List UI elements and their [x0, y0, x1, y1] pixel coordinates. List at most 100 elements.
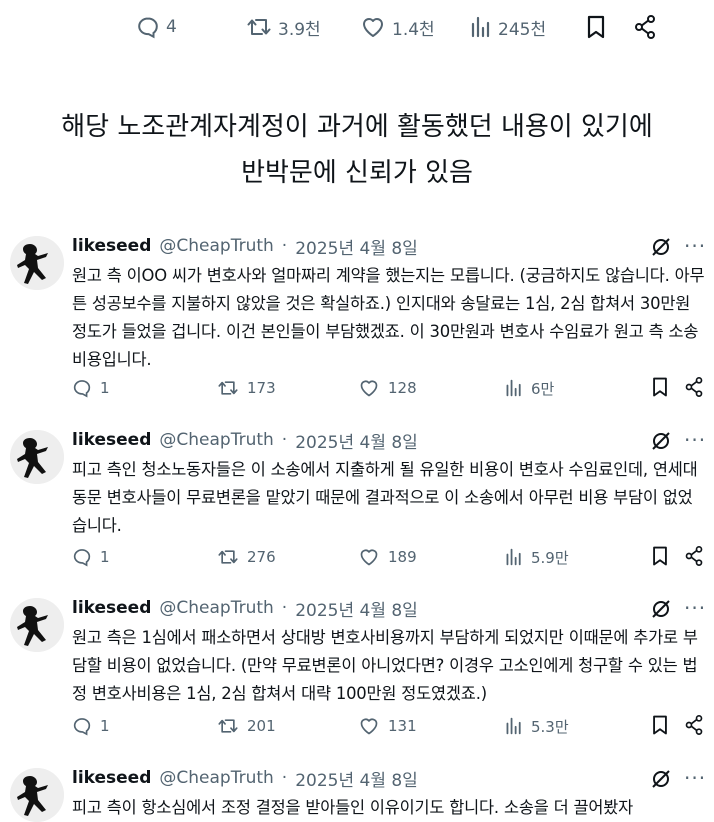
tweet-text: 피고 측이 항소심에서 조정 결정을 받아들인 이유이기도 합니다. 소송을 더… [72, 798, 634, 817]
tweet-actions: 1 173 128 6만 [0, 376, 714, 400]
headline-line-2: 반박문에 신뢰가 있음 [241, 158, 473, 188]
like-button[interactable]: 189 [358, 545, 417, 569]
avatar-figure-icon [10, 236, 64, 290]
avatar-figure-icon [10, 430, 64, 484]
tweet-text: 피고 측인 청소노동자들은 이 소송에서 지출하게 될 유일한 비용이 변호사 … [72, 460, 698, 535]
bookmark-icon[interactable] [650, 376, 670, 398]
separator-dot: · [281, 768, 288, 788]
tweet-header: likeseed @CheapTruth · 2025년 4월 8일 [72, 234, 418, 259]
headline: 해당 노조관계자계정이 과거에 활동했던 내용이 있기에 반박문에 신뢰가 있음 [10, 104, 704, 196]
reply-button[interactable]: 4 [136, 12, 177, 42]
retweet-count: 201 [247, 717, 276, 735]
handle[interactable]: @CheapTruth [159, 598, 273, 618]
avatar[interactable] [10, 768, 64, 822]
headline-line-1: 해당 노조관계자계정이 과거에 활동했던 내용이 있기에 [61, 112, 653, 142]
grok-icon[interactable] [650, 768, 672, 790]
tweet-header: likeseed @CheapTruth · 2025년 4월 8일 [72, 596, 418, 621]
more-options-icon[interactable]: ··· [684, 428, 706, 452]
separator-dot: · [281, 598, 288, 618]
views-icon [506, 717, 521, 735]
retweet-count: 3.9천 [278, 19, 321, 40]
bookmark-button[interactable] [585, 12, 607, 42]
like-count: 189 [388, 548, 417, 566]
retweet-icon [218, 550, 238, 564]
heart-icon [360, 718, 378, 735]
handle[interactable]: @CheapTruth [159, 430, 273, 450]
retweet-button[interactable]: 276 [217, 545, 276, 569]
tweet-actions: 1 276 189 5.9만 [0, 545, 714, 569]
reply-icon [138, 17, 158, 39]
views-count: 6만 [531, 379, 555, 398]
views-button[interactable]: 245천 [470, 12, 546, 42]
heart-icon [360, 549, 378, 566]
views-icon [506, 379, 521, 397]
share-icon[interactable] [684, 545, 704, 567]
tweet-date[interactable]: 2025년 4월 8일 [295, 596, 418, 621]
views-count: 5.9만 [531, 548, 569, 567]
views-count: 5.3만 [531, 717, 569, 736]
display-name[interactable]: likeseed [72, 598, 151, 618]
retweet-icon [218, 381, 238, 395]
like-button[interactable]: 1.4천 [360, 12, 435, 42]
share-icon[interactable] [684, 376, 704, 398]
heart-icon [363, 18, 383, 37]
share-icon[interactable] [684, 714, 704, 736]
display-name[interactable]: likeseed [72, 430, 151, 450]
reply-icon [73, 380, 91, 398]
share-button[interactable] [633, 12, 657, 42]
tweet-header: likeseed @CheapTruth · 2025년 4월 8일 [72, 766, 418, 791]
tweet-text: 원고 측 이OO 씨가 변호사와 얼마짜리 계약을 했는지는 모릅니다. (궁금… [72, 266, 705, 369]
bookmark-icon[interactable] [650, 714, 670, 736]
avatar-figure-icon [10, 768, 64, 822]
tweet-date[interactable]: 2025년 4월 8일 [295, 234, 418, 259]
views-button[interactable]: 5.9만 [505, 545, 569, 569]
reply-button[interactable]: 1 [72, 545, 110, 569]
avatar[interactable] [10, 430, 64, 484]
like-button[interactable]: 128 [358, 376, 417, 400]
avatar[interactable] [10, 598, 64, 652]
heart-icon [360, 380, 378, 397]
reply-button[interactable]: 1 [72, 714, 110, 738]
tweet-date[interactable]: 2025년 4월 8일 [295, 766, 418, 791]
views-button[interactable]: 5.3만 [505, 714, 569, 738]
retweet-icon [247, 19, 271, 35]
more-options-icon[interactable]: ··· [684, 766, 706, 790]
retweet-button[interactable]: 201 [217, 714, 276, 738]
reply-count: 1 [100, 717, 110, 735]
handle[interactable]: @CheapTruth [159, 768, 273, 788]
retweet-icon [218, 719, 238, 733]
more-options-icon[interactable]: ··· [684, 234, 706, 258]
display-name[interactable]: likeseed [72, 236, 151, 256]
tweet-header: likeseed @CheapTruth · 2025년 4월 8일 [72, 428, 418, 453]
grok-icon[interactable] [650, 598, 672, 620]
views-icon [506, 548, 521, 566]
views-button[interactable]: 6만 [505, 376, 554, 400]
tweet-date[interactable]: 2025년 4월 8일 [295, 428, 418, 453]
bookmark-icon [587, 15, 605, 39]
display-name[interactable]: likeseed [72, 768, 151, 788]
reply-count: 1 [100, 548, 110, 566]
reply-icon [73, 718, 91, 736]
handle[interactable]: @CheapTruth [159, 236, 273, 256]
top-action-bar: 4 3.9천 1.4천 245천 [0, 0, 714, 58]
avatar[interactable] [10, 236, 64, 290]
tweet-actions: 1 201 131 5.3만 [0, 714, 714, 738]
bookmark-icon[interactable] [650, 545, 670, 567]
separator-dot: · [281, 430, 288, 450]
more-options-icon[interactable]: ··· [684, 596, 706, 620]
retweet-button[interactable]: 3.9천 [246, 12, 321, 42]
like-button[interactable]: 131 [358, 714, 417, 738]
retweet-count: 276 [247, 548, 276, 566]
retweet-button[interactable]: 173 [217, 376, 276, 400]
like-count: 128 [388, 379, 417, 397]
views-count: 245천 [498, 19, 547, 40]
share-icon [635, 15, 655, 39]
like-count: 1.4천 [392, 19, 435, 40]
reply-count: 4 [166, 17, 177, 37]
grok-icon[interactable] [650, 430, 672, 452]
reply-icon [73, 549, 91, 567]
reply-button[interactable]: 1 [72, 376, 110, 400]
grok-icon[interactable] [650, 236, 672, 258]
separator-dot: · [281, 236, 288, 256]
tweet-text: 원고 측은 1심에서 패소하면서 상대방 변호사비용까지 부담하게 되었지만 이… [72, 628, 698, 703]
